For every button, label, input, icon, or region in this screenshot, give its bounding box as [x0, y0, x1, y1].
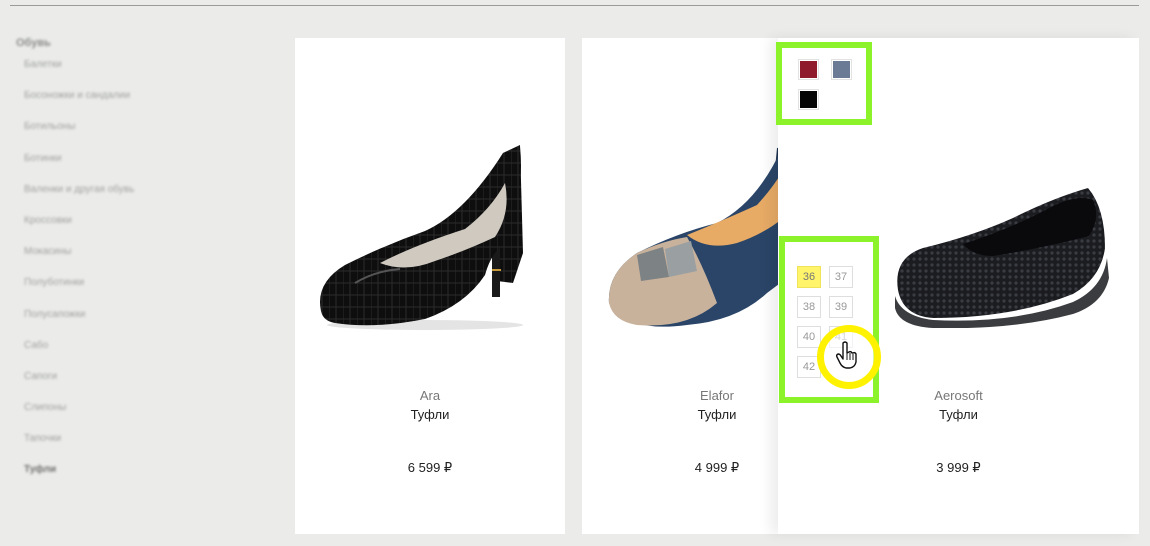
sidebar-item-sandals[interactable]: Босоножки и сандалии [24, 89, 256, 120]
size-option-39[interactable]: 39 [829, 296, 853, 318]
size-option-40[interactable]: 40 [797, 326, 821, 348]
size-option-38[interactable]: 38 [797, 296, 821, 318]
sidebar-item-slippers[interactable]: Тапочки [24, 432, 256, 463]
product-image-beige-navy-pump[interactable] [607, 143, 782, 343]
sidebar-item-ballet-flats[interactable]: Балетки [24, 58, 256, 89]
sidebar-item-half-boots[interactable]: Полусапожки [24, 308, 256, 339]
product-card[interactable]: Ara Туфли 6 599 ₽ [295, 38, 565, 534]
size-option-36[interactable]: 36 [797, 266, 821, 288]
product-brand: Elafor [700, 388, 734, 403]
product-image-black-slip-on[interactable] [893, 178, 1113, 328]
burgundy-swatch[interactable] [798, 59, 819, 80]
sidebar-item-boots[interactable]: Ботинки [24, 152, 256, 183]
size-option-37[interactable]: 37 [829, 266, 853, 288]
sidebar-item-sneakers[interactable]: Кроссовки [24, 214, 256, 245]
sidebar-item-shoes[interactable]: Туфли [24, 463, 256, 494]
sidebar-item-clogs[interactable]: Сабо [24, 339, 256, 370]
product-price: 3 999 ₽ [936, 460, 981, 475]
product-type: Туфли [697, 407, 737, 422]
product-type: Туфли [939, 407, 978, 422]
color-selector [776, 42, 872, 125]
sidebar-heading[interactable]: Обувь [16, 36, 256, 58]
slate-blue-swatch[interactable] [831, 59, 852, 80]
product-card[interactable]: Elafor Туфли 4 999 ₽ [582, 38, 782, 534]
category-sidebar: Обувь Балетки Босоножки и сандалии Ботил… [16, 36, 256, 495]
sidebar-item-moccasins[interactable]: Мокасины [24, 245, 256, 276]
hand-pointer-icon [836, 341, 857, 369]
sidebar-item-ankle-boots[interactable]: Ботильоны [24, 120, 256, 151]
top-divider [10, 5, 1139, 6]
product-type: Туфли [410, 407, 450, 422]
product-brand: Ara [419, 388, 441, 403]
sidebar-item-low-shoes[interactable]: Полуботинки [24, 276, 256, 307]
black-swatch[interactable] [798, 89, 819, 110]
product-image-black-croc-pump[interactable] [315, 133, 545, 333]
sidebar-item-felt-boots[interactable]: Валенки и другая обувь [24, 183, 256, 214]
sidebar-item-slip-ons[interactable]: Слипоны [24, 401, 256, 432]
product-price: 4 999 ₽ [694, 460, 740, 475]
product-price: 6 599 ₽ [407, 460, 453, 475]
sidebar-item-high-boots[interactable]: Сапоги [24, 370, 256, 401]
